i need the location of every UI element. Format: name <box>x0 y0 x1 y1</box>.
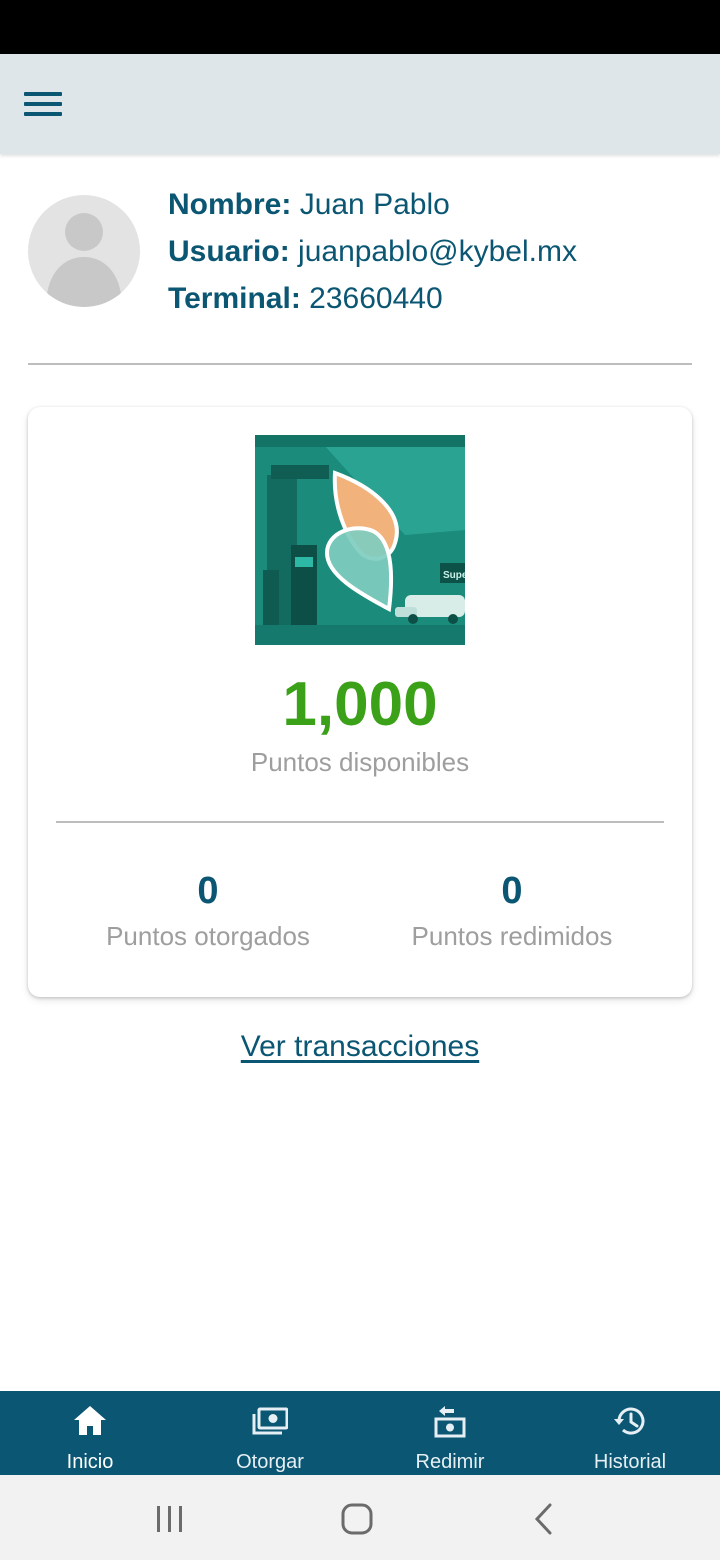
profile-name: Nombre: Juan Pablo <box>168 188 450 222</box>
home-button-icon[interactable] <box>335 1497 379 1541</box>
nav-label-historial: Historial <box>593 1451 667 1473</box>
redeemed-points-stat: 0 Puntos redimidos <box>362 869 662 952</box>
system-navigation-bar <box>0 1475 720 1560</box>
terminal-value: 23660440 <box>309 282 443 315</box>
nav-item-otorgar[interactable]: Otorgar <box>180 1391 360 1475</box>
view-transactions-link[interactable]: Ver transacciones <box>0 1030 720 1064</box>
nav-item-historial[interactable]: Historial <box>540 1391 720 1475</box>
nav-label-redimir: Redimir <box>415 1451 485 1473</box>
recent-apps-icon[interactable] <box>148 1497 192 1541</box>
nav-label-inicio: Inicio <box>66 1451 114 1473</box>
granted-points-label: Puntos otorgados <box>106 921 310 951</box>
terminal-label: Terminal: <box>168 282 301 315</box>
profile-terminal: Terminal: 23660440 <box>168 282 443 316</box>
profile-user: Usuario: juanpablo@kybel.mx <box>168 235 577 269</box>
user-silhouette-icon <box>46 213 122 307</box>
back-icon[interactable] <box>522 1497 566 1541</box>
history-icon <box>614 1407 645 1435</box>
redeemed-points-label: Puntos redimidos <box>411 921 613 951</box>
sign-text: Super <box>443 570 465 581</box>
user-label: Usuario: <box>168 235 290 268</box>
granted-points-value: 0 <box>197 870 219 912</box>
money-icon <box>252 1407 288 1435</box>
user-value: juanpablo@kybel.mx <box>298 235 577 268</box>
divider <box>28 363 692 365</box>
redeem-icon <box>434 1406 466 1438</box>
available-points-label: Puntos disponibles <box>250 747 470 777</box>
redeemed-points-value: 0 <box>501 870 523 912</box>
bottom-navigation: Inicio Otorgar Redimir Historial <box>0 1391 720 1475</box>
card-divider <box>56 821 664 823</box>
hamburger-menu-icon[interactable] <box>20 84 66 124</box>
avatar <box>28 195 140 307</box>
status-bar <box>0 0 720 54</box>
name-label: Nombre: <box>168 188 292 221</box>
home-icon <box>74 1406 106 1435</box>
name-value: Juan Pablo <box>299 188 450 221</box>
points-card: Super 1,000 Puntos disponibles 0 Puntos … <box>28 407 692 997</box>
app-bar <box>0 54 720 154</box>
gas-station-image: Super <box>255 435 465 645</box>
available-points-value: 1,000 <box>282 670 438 739</box>
nav-item-redimir[interactable]: Redimir <box>360 1391 540 1475</box>
nav-item-inicio[interactable]: Inicio <box>0 1391 180 1475</box>
granted-points-stat: 0 Puntos otorgados <box>58 869 358 952</box>
nav-label-otorgar: Otorgar <box>236 1451 304 1473</box>
